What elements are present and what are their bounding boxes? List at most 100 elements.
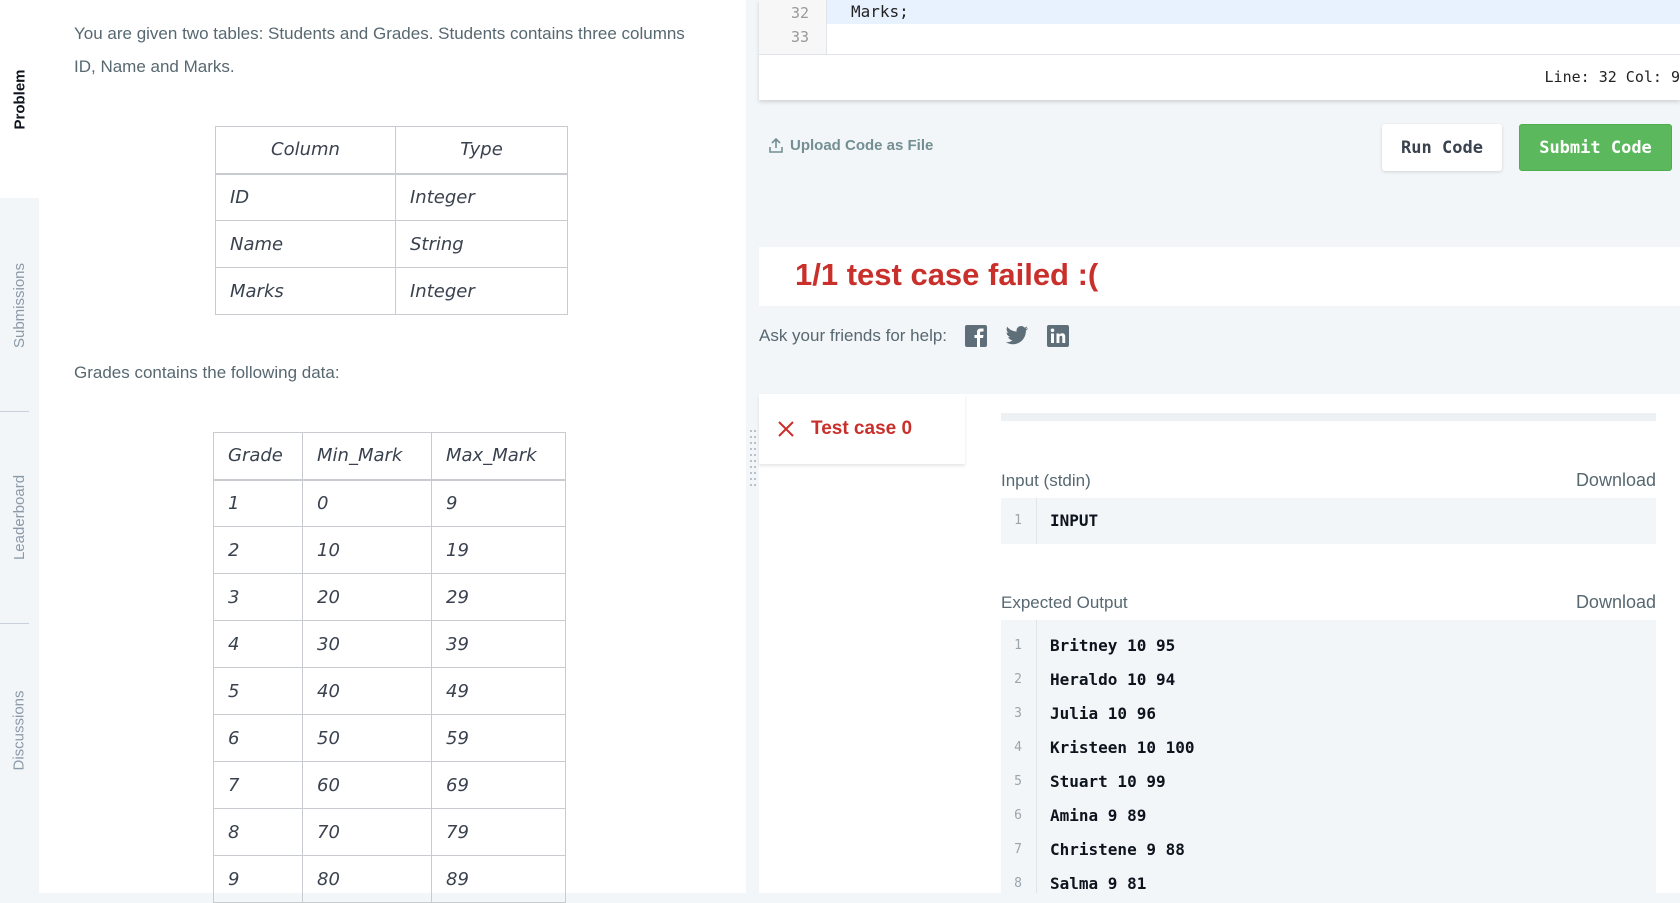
table-row: Name String [215,220,568,268]
upload-icon [769,138,783,153]
submit-code-button[interactable]: Submit Code [1519,124,1672,171]
line-number: 2 [1014,672,1022,687]
share-help-label: Ask your friends for help: [759,326,948,345]
table-cell: 70 [302,808,432,856]
input-label: Input (stdin) [1001,471,1091,490]
line-number: 8 [1014,876,1022,891]
list-item: 2 Heraldo 10 94 [1001,663,1656,697]
list-item: 3 Julia 10 96 [1001,697,1656,731]
test-case-label: Test case 0 [811,418,913,439]
table-cell: 59 [431,714,566,762]
code-line[interactable]: Marks; [827,0,1680,24]
output-line: Amina 9 89 [1050,806,1147,825]
table-cell: 8 [213,808,303,856]
table-cell: 6 [213,714,303,762]
twitter-icon[interactable] [1005,326,1029,346]
output-line: Christene 9 88 [1050,840,1185,859]
run-code-button[interactable]: Run Code [1382,124,1502,171]
linkedin-icon[interactable] [1047,325,1070,347]
table-row: 4 30 39 [213,620,566,668]
list-item: 1 INPUT [1001,504,1656,538]
code-line[interactable] [827,24,1680,48]
table-cell: 30 [302,620,432,668]
table-cell: 5 [213,667,303,715]
tab-problem[interactable]: Problem [0,0,39,198]
tab-divider [0,623,29,624]
list-item: 7 Christene 9 88 [1001,833,1656,867]
table-cell: Name [215,220,396,268]
table-row: 2 10 19 [213,526,566,574]
output-line: Salma 9 81 [1050,874,1147,893]
table-cell: String [395,220,568,268]
line-number: 1 [1014,513,1022,528]
result-title: 1/1 test case failed :( [795,257,1099,292]
table-row: ID Integer [215,173,568,221]
table-cell: 60 [302,761,432,809]
table-row: 109 [213,479,566,527]
line-number: 5 [1014,774,1022,789]
table-row: 9 80 89 [213,855,566,903]
table-cell: 49 [431,667,566,715]
table-cell: 10 [302,526,432,574]
table-cell: 0 [302,479,432,527]
line-number: 33 [790,28,809,46]
table-cell: 89 [431,855,566,903]
table-cell: 69 [431,761,566,809]
table-cell: 9 [431,479,566,527]
tab-discussions[interactable]: Discussions [0,630,39,830]
tab-divider [0,411,29,412]
output-line: Stuart 10 99 [1050,772,1166,791]
table-cell: Marks [215,267,396,315]
upload-code-link[interactable]: Upload Code as File [769,137,933,154]
list-item: 5 Stuart 10 99 [1001,765,1656,799]
facebook-icon[interactable] [965,325,988,347]
code-editor[interactable]: 32 Marks; 33 Line: 32 Col: 9 [759,0,1680,100]
table-header: Type [395,126,568,175]
table-cell: 79 [431,808,566,856]
table-header: Grade [213,432,303,481]
tab-discussions-label: Discussions [11,689,28,771]
output-line: Julia 10 96 [1050,704,1156,723]
table-cell: 4 [213,620,303,668]
panel-resize-handle[interactable] [749,428,757,486]
output-line: Heraldo 10 94 [1050,670,1176,689]
table-header: Min_Mark [302,432,432,481]
table-row: 3 20 29 [213,573,566,621]
tab-leaderboard-label: Leaderboard [11,474,29,560]
table-cell: 20 [302,573,432,621]
editor-status-divider [759,54,1680,55]
test-case-tab[interactable]: Test case 0 [759,394,965,464]
line-number: 1 [1014,638,1022,653]
table-row: 7 60 69 [213,761,566,809]
table-cell: 50 [302,714,432,762]
table-cell: ID [215,173,396,221]
input-line: INPUT [1050,511,1099,530]
share-help-row: Ask your friends for help: [759,325,1070,347]
table-cell: 3 [213,573,303,621]
table-cell: 40 [302,667,432,715]
close-x-icon [778,421,794,437]
list-item: 6 Amina 9 89 [1001,799,1656,833]
input-download-link[interactable]: Download [1576,470,1656,491]
expected-download-link[interactable]: Download [1576,592,1656,613]
table-header: Column [215,126,396,175]
line-number: 4 [1014,740,1022,755]
vertical-tab-bar: Problem Submissions Leaderboard Discussi… [0,0,39,893]
table-row: 8 70 79 [213,808,566,856]
grades-intro: Grades contains the following data: [74,363,340,382]
table-header: Max_Mark [431,432,566,481]
problem-intro-line2: ID, Name and Marks. [74,57,235,76]
table-cell: 39 [431,620,566,668]
table-cell: Integer [395,267,568,315]
tab-leaderboard[interactable]: Leaderboard [0,417,39,617]
expected-output-label: Expected Output [1001,593,1128,612]
tab-submissions[interactable]: Submissions [0,205,39,405]
table-cell: 29 [431,573,566,621]
table-cell: 80 [302,855,432,903]
problem-panel: You are given two tables: Students and G… [39,0,746,903]
students-schema-table: Column Type ID Integer Name String Marks… [215,126,568,315]
list-item: 1 Britney 10 95 [1001,629,1656,663]
table-row: Marks Integer [215,267,568,315]
problem-intro-line1: You are given two tables: Students and G… [74,24,685,43]
line-number: 6 [1014,808,1022,823]
